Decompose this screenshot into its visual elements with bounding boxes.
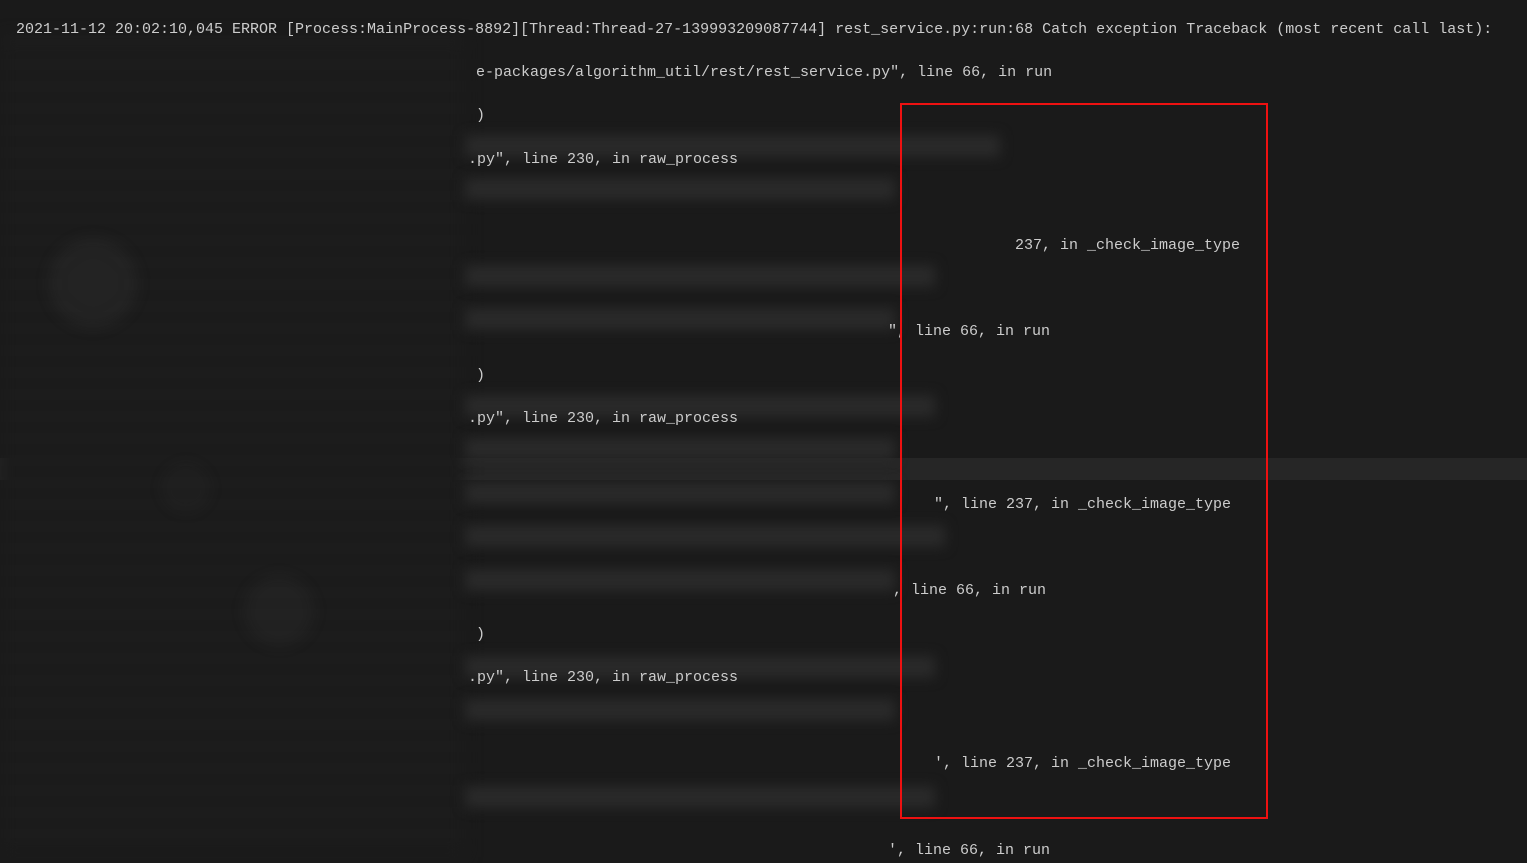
log-line	[0, 710, 1527, 732]
log-line: ', line 237, in _check_image_type	[0, 753, 1527, 775]
log-line	[0, 278, 1527, 300]
log-line	[0, 537, 1527, 559]
log-line: ", line 237, in _check_image_type	[0, 494, 1527, 516]
log-line: .py", line 230, in raw_process	[0, 667, 1527, 689]
log-line: )	[0, 365, 1527, 387]
log-line: .py", line 230, in raw_process	[0, 408, 1527, 430]
log-line: 237, in _check_image_type	[0, 235, 1527, 257]
log-output[interactable]: 2021-11-12 20:02:10,045 ERROR [Process:M…	[0, 15, 1527, 863]
log-line: e-packages/algorithm_util/rest/rest_serv…	[0, 62, 1527, 84]
log-line: , line 66, in run	[0, 580, 1527, 602]
log-line: .py", line 230, in raw_process	[0, 149, 1527, 171]
log-line-header: 2021-11-12 20:02:10,045 ERROR [Process:M…	[0, 19, 1527, 41]
log-line	[0, 192, 1527, 214]
log-line: ', line 66, in run	[0, 840, 1527, 862]
log-line: ", line 66, in run	[0, 321, 1527, 343]
log-line: )	[0, 624, 1527, 646]
log-line: )	[0, 105, 1527, 127]
log-line	[0, 451, 1527, 473]
log-line	[0, 796, 1527, 818]
